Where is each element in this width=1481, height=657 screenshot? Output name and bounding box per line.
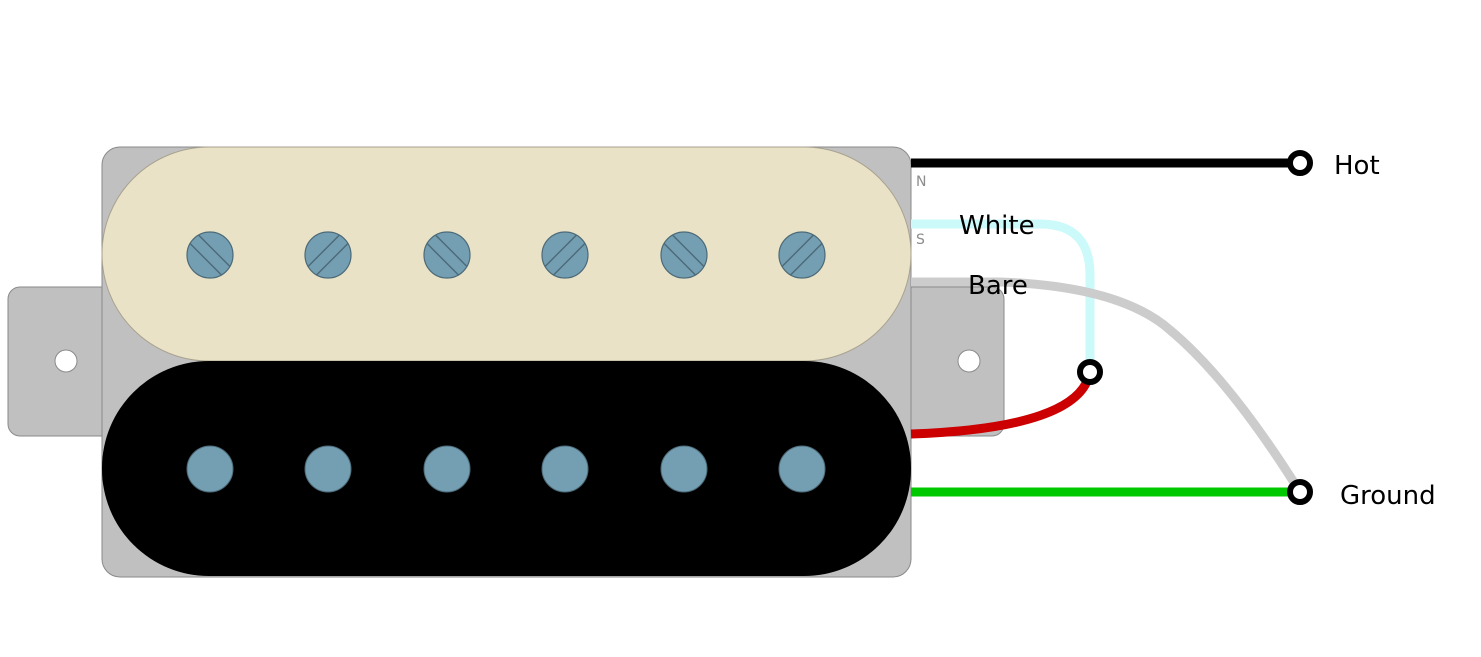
ground-label: Ground	[1340, 481, 1436, 511]
screw-head	[778, 231, 826, 279]
slug-pole	[186, 445, 234, 493]
series-junction-terminal	[1077, 359, 1103, 385]
north-coil-label: N	[916, 174, 926, 190]
slug-pole	[660, 445, 708, 493]
screw-pole	[660, 231, 708, 279]
screw-pole	[304, 231, 352, 279]
screw-head	[423, 231, 471, 279]
ground-terminal	[1287, 479, 1313, 505]
screw-pole	[423, 231, 471, 279]
screw-pole	[186, 231, 234, 279]
white-wire-label: White	[959, 211, 1035, 241]
screw-head	[304, 231, 352, 279]
hot-terminal	[1287, 150, 1313, 176]
screw-pole	[778, 231, 826, 279]
slug-pole	[778, 445, 826, 493]
south-coil-label: S	[916, 232, 925, 248]
slug-pole	[423, 445, 471, 493]
slug-pole	[541, 445, 589, 493]
mounting-hole-right	[957, 349, 981, 373]
mounting-hole-left	[54, 349, 78, 373]
wiring-diagram: N S White Bare Hot Ground	[7, 146, 1436, 578]
screw-head	[541, 231, 589, 279]
bare-wire-label: Bare	[968, 271, 1028, 301]
screw-head	[186, 231, 234, 279]
screw-head	[660, 231, 708, 279]
screw-pole	[541, 231, 589, 279]
slug-pole	[304, 445, 352, 493]
hot-label: Hot	[1334, 151, 1380, 181]
